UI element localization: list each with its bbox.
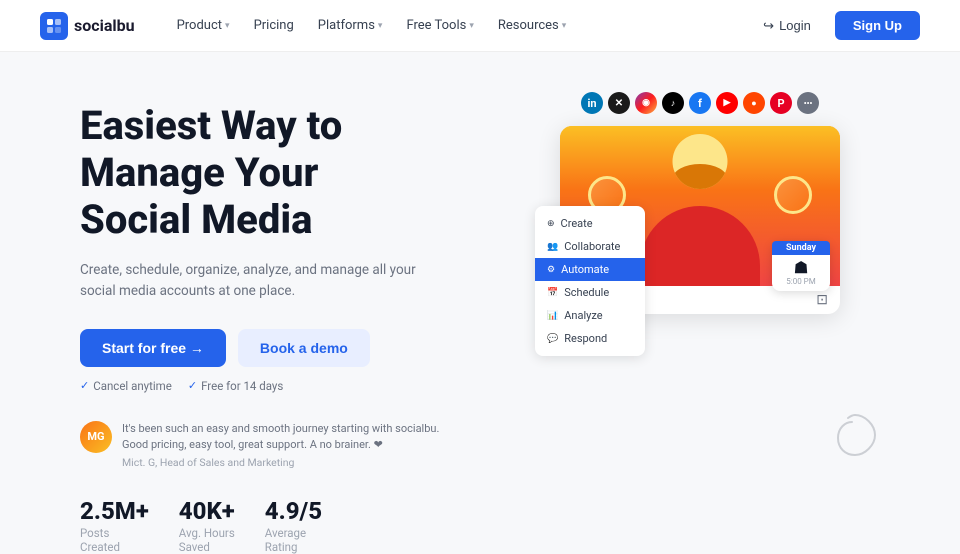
trust-free: ✓ Free for 14 days [188, 379, 283, 393]
sidebar-create[interactable]: ⊕ Create [535, 212, 645, 235]
cta-row: Start for free → Book a demo [80, 329, 460, 367]
book-demo-button[interactable]: Book a demo [238, 329, 370, 367]
stat-hours: 40K+ Avg. Hours Saved [179, 497, 235, 554]
nav-item-platforms[interactable]: Platforms ▾ [308, 12, 393, 39]
nav-item-pricing[interactable]: Pricing [244, 12, 304, 39]
testimonial: MG It's been such an easy and smooth jou… [80, 421, 440, 469]
logo-text: socialbu [74, 16, 135, 35]
sidebar-automate[interactable]: ⚙ Automate [535, 258, 645, 281]
chevron-down-icon: ▾ [469, 21, 474, 31]
trust-cancel: ✓ Cancel anytime [80, 379, 172, 393]
nav-links: Product ▾ Pricing Platforms ▾ Free Tools… [167, 12, 750, 39]
bookmark-icon[interactable]: ⊡ [816, 292, 828, 308]
avatar: MG [80, 421, 112, 453]
more-platforms-icon: ••• [797, 92, 819, 114]
logo-icon [40, 12, 68, 40]
pinterest-icon: P [770, 92, 792, 114]
social-icons-row: in ✕ ◉ ♪ f ▶ ● P ••• [581, 92, 819, 114]
signup-button[interactable]: Sign Up [835, 11, 920, 40]
chevron-down-icon: ▾ [378, 21, 383, 31]
nav-item-free-tools[interactable]: Free Tools ▾ [396, 12, 483, 39]
linkedin-icon: in [581, 92, 603, 114]
sidebar-collaborate[interactable]: 👥 Collaborate [535, 235, 645, 258]
check-icon: ✓ [188, 379, 197, 392]
hero-title: Easiest Way to Manage Your Social Media [80, 102, 460, 244]
facebook-icon: f [689, 92, 711, 114]
start-free-button[interactable]: Start for free → [80, 329, 226, 367]
nav-right: ↪ Login Sign Up [749, 11, 920, 40]
chevron-down-icon: ▾ [562, 21, 567, 31]
logo[interactable]: socialbu [40, 12, 135, 40]
reddit-icon: ● [743, 92, 765, 114]
instagram-icon: ◉ [635, 92, 657, 114]
navbar: socialbu Product ▾ Pricing Platforms ▾ F… [0, 0, 960, 52]
sidebar-analyze[interactable]: 📊 Analyze [535, 304, 645, 327]
stats-row: 2.5M+ Posts Created 40K+ Avg. Hours Save… [80, 497, 460, 554]
hero-right: in ✕ ◉ ♪ f ▶ ● P ••• ⊕ Create 👥 Collabor… [500, 92, 900, 520]
app-sidebar: ⊕ Create 👥 Collaborate ⚙ Automate 📅 Sche… [535, 206, 645, 356]
card-container: ⊕ Create 👥 Collaborate ⚙ Automate 📅 Sche… [540, 126, 860, 314]
login-icon: ↪ [763, 18, 774, 34]
testimonial-content: It's been such an easy and smooth journe… [122, 421, 440, 469]
chevron-down-icon: ▾ [225, 21, 230, 31]
nav-item-resources[interactable]: Resources ▾ [488, 12, 576, 39]
stat-posts: 2.5M+ Posts Created [80, 497, 149, 554]
login-button[interactable]: ↪ Login [749, 12, 825, 40]
tiktok-icon: ♪ [662, 92, 684, 114]
stat-rating: 4.9/5 Average Rating [265, 497, 322, 554]
check-icon: ✓ [80, 379, 89, 392]
twitter-icon: ✕ [608, 92, 630, 114]
decorative-swirl [830, 410, 880, 460]
sidebar-schedule[interactable]: 📅 Schedule [535, 281, 645, 304]
nav-item-product[interactable]: Product ▾ [167, 12, 240, 39]
hero-left: Easiest Way to Manage Your Social Media … [80, 92, 460, 520]
schedule-badge: Sunday ☗ 5:00 PM [772, 241, 830, 291]
sidebar-respond[interactable]: 💬 Respond [535, 327, 645, 350]
trust-row: ✓ Cancel anytime ✓ Free for 14 days [80, 379, 460, 393]
youtube-icon: ▶ [716, 92, 738, 114]
main-content: Easiest Way to Manage Your Social Media … [0, 52, 960, 540]
hero-subtitle: Create, schedule, organize, analyze, and… [80, 260, 420, 303]
